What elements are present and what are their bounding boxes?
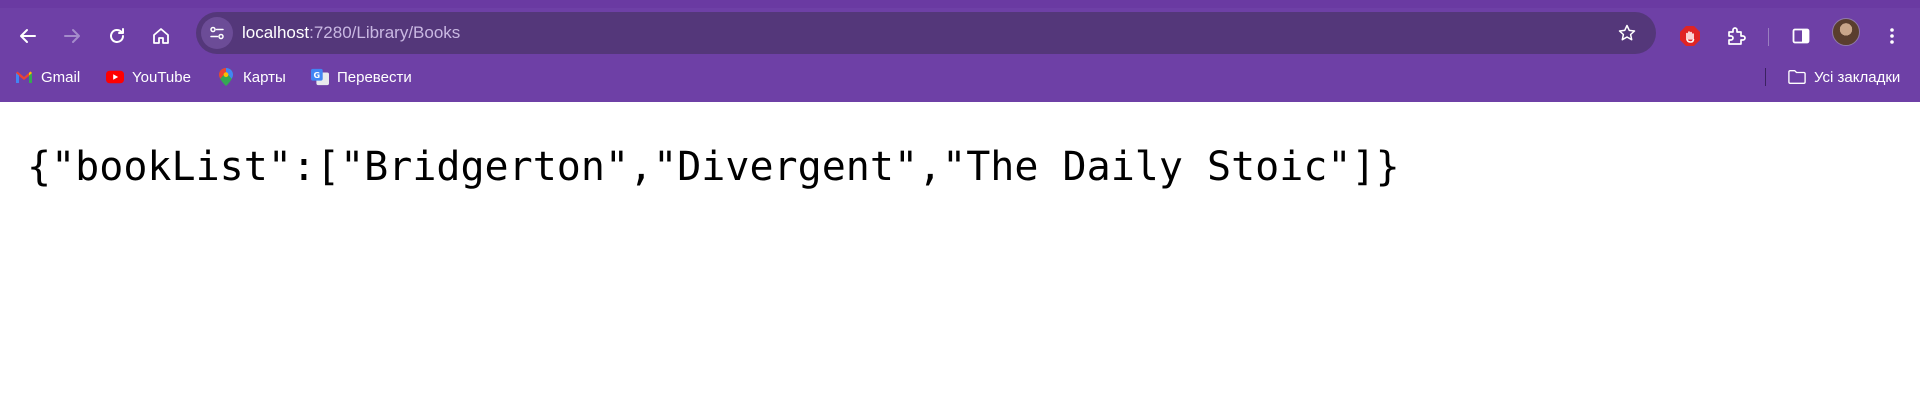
address-bar[interactable]: localhost:7280/Library/Books — [196, 12, 1656, 54]
maps-icon — [217, 68, 235, 86]
json-response-text: {"bookList":["Bridgerton","Divergent","T… — [27, 144, 1400, 190]
bookmark-label: Gmail — [41, 68, 81, 86]
all-bookmarks-label: Усі закладки — [1814, 68, 1901, 86]
bookmark-label: Перевести — [337, 68, 412, 86]
arrow-left-icon — [20, 29, 36, 43]
adblock-extension-button[interactable] — [1672, 18, 1708, 54]
translate-icon: G — [311, 68, 329, 86]
bookmark-label: Карты — [243, 68, 286, 86]
star-icon — [1618, 24, 1636, 41]
bookmarks-separator — [1765, 68, 1766, 86]
site-info-button[interactable] — [201, 17, 233, 49]
extensions-button[interactable] — [1718, 18, 1754, 54]
bookmarks-bar: Gmail YouTube Карты G Перевести Усі закл… — [0, 60, 1920, 102]
toolbar-separator — [1768, 28, 1769, 46]
reload-icon — [110, 28, 124, 43]
side-panel-icon — [1792, 28, 1810, 44]
url-text[interactable]: localhost:7280/Library/Books — [242, 12, 460, 54]
profile-avatar[interactable] — [1832, 18, 1860, 46]
url-host: localhost — [242, 23, 310, 42]
url-path: :7280/Library/Books — [309, 23, 461, 42]
youtube-icon — [106, 68, 124, 86]
bookmark-translate[interactable]: G Перевести — [311, 60, 412, 94]
side-panel-button[interactable] — [1783, 18, 1819, 54]
browser-toolbar: localhost:7280/Library/Books — [0, 0, 1920, 60]
svg-text:G: G — [314, 70, 321, 80]
folder-icon — [1788, 68, 1806, 86]
arrow-right-icon — [64, 29, 80, 43]
bookmark-youtube[interactable]: YouTube — [106, 60, 191, 94]
back-button[interactable] — [10, 18, 46, 54]
menu-button[interactable] — [1874, 18, 1910, 54]
browser-window: localhost:7280/Library/Books Gmail YouTu… — [0, 0, 1920, 400]
forward-button[interactable] — [54, 18, 90, 54]
reload-button[interactable] — [99, 18, 135, 54]
page-content: {"bookList":["Bridgerton","Divergent","T… — [0, 102, 1920, 400]
puzzle-extensions-icon — [1728, 27, 1746, 45]
adblock-hand-icon — [1680, 26, 1700, 46]
tune-icon — [210, 26, 224, 40]
home-button[interactable] — [143, 18, 179, 54]
bookmark-label: YouTube — [132, 68, 191, 86]
gmail-icon — [15, 68, 33, 86]
all-bookmarks-button[interactable]: Усі закладки — [1788, 60, 1900, 94]
bookmark-gmail[interactable]: Gmail — [15, 60, 80, 94]
bookmark-maps[interactable]: Карты — [217, 60, 286, 94]
more-vertical-icon — [1890, 28, 1894, 44]
bookmark-star-button[interactable] — [1614, 20, 1640, 46]
home-icon — [153, 28, 169, 44]
